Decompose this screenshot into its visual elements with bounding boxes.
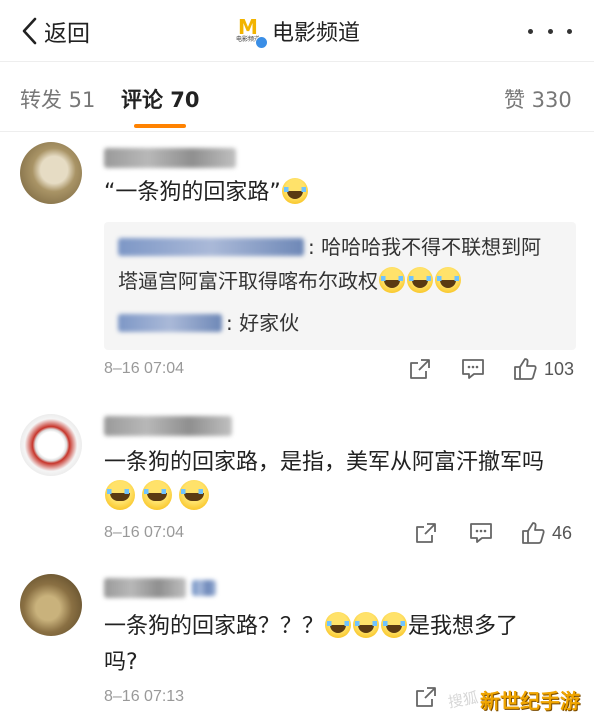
reply-item-continued: 塔逼宫阿富汗取得喀布尔政权: [118, 262, 462, 300]
more-options-icon[interactable]: [528, 18, 572, 44]
watermark-brand: 新世纪手游: [480, 688, 581, 713]
like-count: 46: [552, 522, 573, 543]
laugh-cry-emoji-icon: [381, 612, 408, 638]
tab-bar: 转发 51 评论 70 赞 330: [0, 62, 594, 132]
avatar[interactable]: [20, 574, 82, 636]
comment-text: 一条狗的回家路？？？ 是我想多了: [104, 612, 519, 639]
laugh-cry-emoji-icon: [325, 612, 352, 638]
avatar[interactable]: [20, 142, 82, 204]
back-label: 返回: [44, 21, 90, 47]
laugh-cry-emoji-icon: [407, 267, 433, 293]
thumbs-up-icon: [514, 358, 537, 380]
username-blurred[interactable]: [104, 578, 186, 598]
username-blurred[interactable]: [104, 148, 236, 168]
laugh-cry-emoji-icon: [281, 178, 308, 204]
laugh-cry-emoji-icon: [435, 267, 461, 293]
active-tab-indicator: [134, 124, 186, 128]
comment-actions: 46: [414, 520, 578, 546]
comment-bubble-icon[interactable]: [460, 356, 486, 382]
top-nav-bar: 返回 M 电影频道 电影频道: [0, 0, 594, 62]
reply-username-blurred[interactable]: [118, 314, 222, 332]
share-icon[interactable]: [408, 356, 432, 382]
comment-item: “一条狗的回家路” : 哈哈哈我不得不联想到阿 塔逼宫阿富汗取得喀布尔政权 : …: [0, 140, 594, 390]
comment-actions: [414, 684, 444, 710]
avatar[interactable]: [20, 414, 82, 476]
verified-badge-icon: [255, 36, 268, 49]
laugh-cry-emoji-icon: [353, 612, 380, 638]
share-icon[interactable]: [414, 684, 438, 710]
comment-actions: 103: [408, 356, 578, 382]
laugh-cry-emoji-icon: [179, 480, 209, 510]
back-button[interactable]: 返回: [18, 12, 90, 50]
comment-timestamp: 8–16 07:04: [104, 360, 185, 377]
reply-item: : 哈哈哈我不得不联想到阿: [118, 228, 541, 266]
laugh-cry-emoji-icon: [105, 480, 135, 510]
laugh-cry-emoji-icon: [379, 267, 405, 293]
comment-item: 一条狗的回家路，是指，美军从阿富汗撤军吗 8–16 07:04 46: [0, 410, 594, 550]
reply-item: : 好家伙: [118, 304, 299, 342]
username-blurred[interactable]: [104, 416, 232, 436]
comment-text-continued: 吗?: [104, 650, 138, 675]
watermark: 搜狐 新世纪手游: [446, 684, 594, 714]
share-icon[interactable]: [414, 520, 438, 546]
reply-box[interactable]: : 哈哈哈我不得不联想到阿 塔逼宫阿富汗取得喀布尔政权 : 好家伙: [104, 222, 576, 350]
channel-header[interactable]: M 电影频道 电影频道: [232, 12, 360, 50]
channel-logo: M 电影频道: [232, 15, 268, 49]
channel-name: 电影频道: [272, 21, 361, 46]
tab-like[interactable]: 赞 330: [504, 84, 572, 114]
like-button[interactable]: 46: [520, 520, 572, 546]
comment-bubble-icon[interactable]: [468, 520, 494, 546]
comment-emojis: [104, 478, 215, 516]
watermark-small: 搜狐: [446, 688, 480, 711]
reply-username-blurred[interactable]: [118, 238, 304, 256]
comment-timestamp: 8–16 07:04: [104, 524, 185, 541]
laugh-cry-emoji-icon: [142, 480, 172, 510]
thumbs-up-icon: [522, 522, 545, 544]
like-button[interactable]: 103: [512, 356, 574, 382]
tab-forward[interactable]: 转发 51: [20, 84, 95, 114]
like-count: 103: [544, 358, 575, 379]
user-badge[interactable]: [192, 580, 216, 596]
comment-text: 一条狗的回家路，是指，美军从阿富汗撤军吗: [104, 450, 545, 475]
comment-text: “一条狗的回家路”: [104, 174, 309, 212]
comment-timestamp: 8–16 07:13: [104, 688, 185, 705]
chevron-left-icon: [18, 16, 40, 46]
tab-comment[interactable]: 评论 70: [121, 84, 200, 114]
